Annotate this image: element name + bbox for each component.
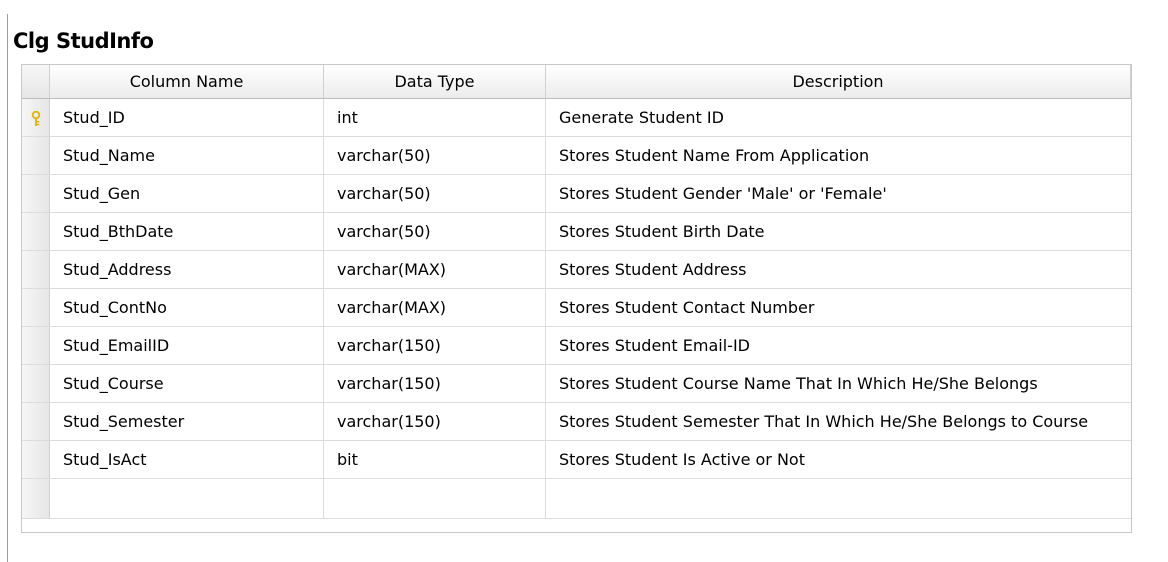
new-row-type-cell[interactable] (324, 479, 546, 518)
row-selector[interactable] (22, 479, 50, 518)
row-selector[interactable] (22, 137, 50, 174)
data-type-cell[interactable]: varchar(150) (324, 403, 546, 440)
column-name-cell[interactable]: Stud_BthDate (50, 213, 324, 250)
row-selector[interactable] (22, 365, 50, 402)
header-data-type[interactable]: Data Type (324, 65, 546, 98)
data-type-cell[interactable]: varchar(50) (324, 213, 546, 250)
column-name-cell[interactable]: Stud_Course (50, 365, 324, 402)
column-grid[interactable]: Column Name Data Type Description Stud_I… (21, 64, 1132, 533)
table-row[interactable]: Stud_Gen varchar(50) Stores Student Gender… (22, 175, 1131, 213)
data-type-cell[interactable]: varchar(50) (324, 137, 546, 174)
description-cell[interactable]: Stores Student Course Name That In Which… (546, 365, 1131, 402)
table-row[interactable]: Stud_IsAct bit Stores Student Is Active or… (22, 441, 1131, 479)
header-description[interactable]: Description (546, 65, 1131, 98)
description-cell[interactable]: Stores Student Name From Application (546, 137, 1131, 174)
header-column-name[interactable]: Column Name (50, 65, 324, 98)
header-row-selector[interactable] (22, 65, 50, 98)
description-cell[interactable]: Stores Student Gender 'Male' or 'Female' (546, 175, 1131, 212)
data-type-cell[interactable]: varchar(MAX) (324, 289, 546, 326)
data-type-cell[interactable]: varchar(150) (324, 365, 546, 402)
row-selector[interactable] (22, 289, 50, 326)
column-name-cell[interactable]: Stud_IsAct (50, 441, 324, 478)
table-row[interactable]: Stud_EmailID varchar(150) Stores Student E… (22, 327, 1131, 365)
new-row[interactable] (22, 479, 1131, 519)
column-name-cell[interactable]: Stud_EmailID (50, 327, 324, 364)
table-row[interactable]: Stud_Course varchar(150) Stores Student Co… (22, 365, 1131, 403)
column-name-cell[interactable]: Stud_Gen (50, 175, 324, 212)
row-selector[interactable] (22, 441, 50, 478)
row-selector[interactable] (22, 213, 50, 250)
panel-left-border (7, 14, 8, 562)
column-name-cell[interactable]: Stud_ContNo (50, 289, 324, 326)
description-cell[interactable]: Generate Student ID (546, 99, 1131, 136)
row-selector[interactable] (22, 403, 50, 440)
data-type-cell[interactable]: int (324, 99, 546, 136)
row-selector[interactable] (22, 327, 50, 364)
grid-header: Column Name Data Type Description (22, 65, 1131, 99)
table-row[interactable]: Stud_Name varchar(50) Stores Student Name … (22, 137, 1131, 175)
description-cell[interactable]: Stores Student Contact Number (546, 289, 1131, 326)
table-row[interactable]: Stud_Semester varchar(150) Stores Student … (22, 403, 1131, 441)
row-selector[interactable] (22, 175, 50, 212)
new-row-name-cell[interactable] (50, 479, 324, 518)
column-name-cell[interactable]: Stud_Address (50, 251, 324, 288)
column-name-cell[interactable]: Stud_Name (50, 137, 324, 174)
row-selector[interactable] (22, 251, 50, 288)
table-row[interactable]: Stud_BthDate varchar(50) Stores Student Bi… (22, 213, 1131, 251)
table-row[interactable]: Stud_Address varchar(MAX) Stores Student A… (22, 251, 1131, 289)
description-cell[interactable]: Stores Student Is Active or Not (546, 441, 1131, 478)
column-name-cell[interactable]: Stud_Semester (50, 403, 324, 440)
row-selector[interactable] (22, 99, 50, 136)
description-cell[interactable]: Stores Student Semester That In Which He… (546, 403, 1131, 440)
data-type-cell[interactable]: varchar(50) (324, 175, 546, 212)
table-row[interactable]: Stud_ContNo varchar(MAX) Stores Student Co… (22, 289, 1131, 327)
grid-body: Stud_ID int Generate Student ID Stud_Name va… (22, 99, 1131, 479)
data-type-cell[interactable]: bit (324, 441, 546, 478)
data-type-cell[interactable]: varchar(150) (324, 327, 546, 364)
description-cell[interactable]: Stores Student Email-ID (546, 327, 1131, 364)
column-name-cell[interactable]: Stud_ID (50, 99, 324, 136)
data-type-cell[interactable]: varchar(MAX) (324, 251, 546, 288)
new-row-description-cell[interactable] (546, 479, 1131, 518)
description-cell[interactable]: Stores Student Address (546, 251, 1131, 288)
table-row[interactable]: Stud_ID int Generate Student ID (22, 99, 1131, 137)
table-title: Clg StudInfo (13, 29, 154, 53)
description-cell[interactable]: Stores Student Birth Date (546, 213, 1131, 250)
